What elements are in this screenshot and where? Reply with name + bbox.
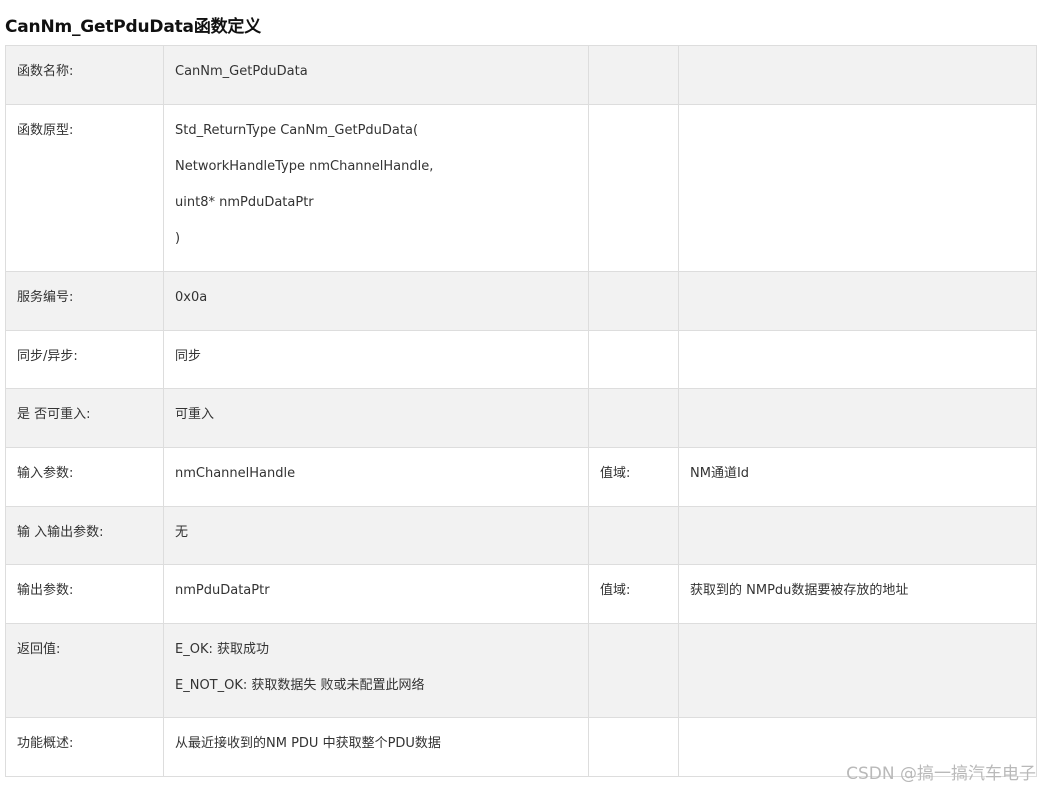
table-row-service-id: 服务编号: 0x0a [5,271,1037,331]
range-label-cell: 值域: [588,447,679,507]
row-value: CanNm_GetPduData [163,45,589,105]
row-value: 可重入 [163,388,589,448]
row-label: 函数原型: [5,104,164,272]
range-label-cell [588,717,679,777]
range-value-cell [678,45,1037,105]
table-row-function-name: 函数名称: CanNm_GetPduData [5,45,1037,105]
row-label: 是 否可重入: [5,388,164,448]
table-row-output-params: 输出参数: nmPduDataPtr 值域: 获取到的 NMPdu数据要被存放的… [5,564,1037,624]
value-line: E_OK: 获取成功 [175,642,269,657]
value-line: 从最近接收到的NM PDU 中获取整个PDU数据 [175,736,441,751]
row-value: nmChannelHandle [163,447,589,507]
range-value-cell [678,506,1037,565]
range-label-cell: 值域: [588,564,679,624]
row-label: 服务编号: [5,271,164,331]
row-label: 功能概述: [5,717,164,777]
row-value: nmPduDataPtr [163,564,589,624]
row-label: 输出参数: [5,564,164,624]
table-row-return-value: 返回值: E_OK: 获取成功 E_NOT_OK: 获取数据失 败或未配置此网络 [5,623,1037,718]
table-row-sync-async: 同步/异步: 同步 [5,330,1037,389]
table-row-reentrancy: 是 否可重入: 可重入 [5,388,1037,448]
range-value-cell: 获取到的 NMPdu数据要被存放的地址 [678,564,1037,624]
row-value: E_OK: 获取成功 E_NOT_OK: 获取数据失 败或未配置此网络 [163,623,589,718]
page-title: CanNm_GetPduData函数定义 [5,17,262,37]
range-value-cell [678,388,1037,448]
value-line: 无 [175,525,189,540]
row-value: 从最近接收到的NM PDU 中获取整个PDU数据 [163,717,589,777]
value-line: 0x0a [175,290,208,305]
value-line: Std_ReturnType CanNm_GetPduData( [175,123,419,138]
range-label-cell [588,623,679,718]
range-value-cell [678,330,1037,389]
table-row-inout-params: 输 入输出参数: 无 [5,506,1037,565]
range-value-cell: NM通道Id [678,447,1037,507]
value-line: nmChannelHandle [175,466,296,481]
value-line: nmPduDataPtr [175,583,270,598]
range-value-cell [678,104,1037,272]
row-value: 同步 [163,330,589,389]
value-line: NetworkHandleType nmChannelHandle, [175,159,434,174]
row-label: 输入参数: [5,447,164,507]
row-value: 0x0a [163,271,589,331]
range-value-cell [678,623,1037,718]
table-row-input-params: 输入参数: nmChannelHandle 值域: NM通道Id [5,447,1037,507]
range-label-cell [588,104,679,272]
row-value: 无 [163,506,589,565]
csdn-watermark: CSDN @搞一搞汽车电子 [846,764,1036,784]
range-label-cell [588,45,679,105]
row-label: 同步/异步: [5,330,164,389]
range-value-cell [678,271,1037,331]
row-label: 输 入输出参数: [5,506,164,565]
range-label-cell [588,330,679,389]
range-label-cell [588,506,679,565]
value-line: 可重入 [175,407,215,422]
value-line: ) [175,231,181,246]
row-value: Std_ReturnType CanNm_GetPduData( Network… [163,104,589,272]
value-line: CanNm_GetPduData [175,64,308,79]
range-label-cell [588,271,679,331]
row-label: 函数名称: [5,45,164,105]
table-row-function-prototype: 函数原型: Std_ReturnType CanNm_GetPduData( N… [5,104,1037,272]
function-definition-table: 函数名称: CanNm_GetPduData 函数原型: Std_ReturnT… [5,45,1037,777]
row-label: 返回值: [5,623,164,718]
value-line: 同步 [175,349,202,364]
value-line: uint8* nmPduDataPtr [175,195,314,210]
range-label-cell [588,388,679,448]
value-line: E_NOT_OK: 获取数据失 败或未配置此网络 [175,678,425,693]
